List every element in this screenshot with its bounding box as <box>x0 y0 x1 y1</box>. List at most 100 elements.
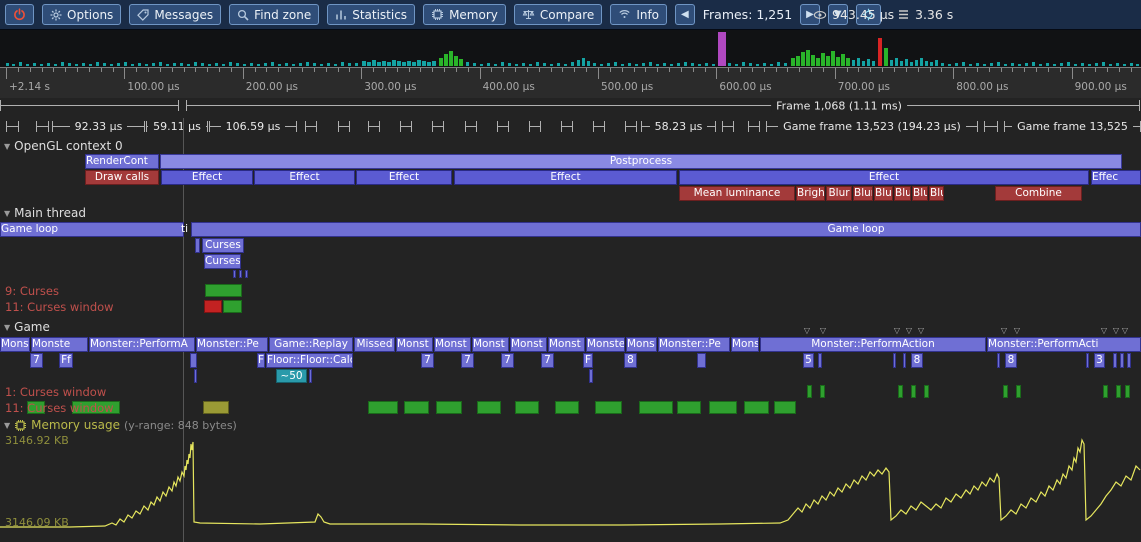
frame-span[interactable] <box>432 121 444 132</box>
zone[interactable] <box>697 353 706 368</box>
zone-blur[interactable]: Blur <box>929 186 944 201</box>
frame-time-bar[interactable] <box>649 62 652 66</box>
frame-time-bar[interactable] <box>1095 63 1098 66</box>
collapsed-zones-mark-icon[interactable]: ▽ <box>894 326 900 335</box>
frame-span[interactable] <box>305 121 317 132</box>
frame-span[interactable] <box>529 121 541 132</box>
zone[interactable] <box>223 300 242 313</box>
collapsed-zones-mark-icon[interactable]: ▽ <box>906 326 912 335</box>
frame-time-bar[interactable] <box>857 58 860 66</box>
zone[interactable] <box>595 401 622 414</box>
zone-7[interactable]: 7 <box>421 353 434 368</box>
frame-span[interactable] <box>465 121 477 132</box>
zone[interactable] <box>190 353 197 368</box>
frame-time-bar[interactable] <box>872 61 875 66</box>
frame-time-bar[interactable] <box>292 64 295 66</box>
lock-label-curses-window-1[interactable]: 1: Curses window <box>5 385 106 399</box>
zone[interactable] <box>404 401 429 414</box>
frame-time-bar[interactable] <box>285 63 288 66</box>
frame-time-bar[interactable] <box>229 62 232 66</box>
frame-time-bar[interactable] <box>382 61 386 66</box>
frame-time-bar[interactable] <box>145 64 148 66</box>
zone-5[interactable]: 5 <box>803 353 814 368</box>
frame-time-bar[interactable] <box>397 61 401 66</box>
frame-time-bar[interactable] <box>543 63 546 66</box>
zone-monst[interactable]: Monst <box>434 337 471 352</box>
frame-span[interactable] <box>625 121 637 132</box>
frame-time-bar[interactable] <box>867 59 870 66</box>
options-button[interactable]: Options <box>42 4 121 25</box>
zone-7[interactable]: 7 <box>501 353 514 368</box>
frame-time-bar[interactable] <box>852 60 855 66</box>
frame-time-bar[interactable] <box>801 52 805 66</box>
lock-label-curses[interactable]: 9: Curses <box>5 284 59 298</box>
frame-time-bar[interactable] <box>600 64 603 66</box>
zone-effect[interactable]: Effect <box>254 170 355 185</box>
frame-time-bar[interactable] <box>990 63 993 66</box>
frame-time-bar[interactable] <box>635 64 638 66</box>
zone-brigh[interactable]: Brigh <box>796 186 825 201</box>
zone[interactable] <box>677 401 701 414</box>
frame-time-bar[interactable] <box>392 60 396 66</box>
zone[interactable] <box>205 284 242 297</box>
frame-time-bar[interactable] <box>110 64 113 66</box>
zone-monst[interactable]: Monst <box>472 337 509 352</box>
frame-time-bar[interactable] <box>955 63 958 66</box>
prev-frame-button[interactable]: ◀ <box>675 4 695 25</box>
frame-time-bar[interactable] <box>831 51 835 66</box>
frame-time-bar[interactable] <box>257 64 260 66</box>
frame-time-bar[interactable] <box>656 64 659 66</box>
frame-row-main[interactable]: Frame 1,068 (1.11 ms) <box>0 98 1141 114</box>
frame-time-bar[interactable] <box>821 53 825 66</box>
frame-time-bar[interactable] <box>47 63 50 66</box>
frame-time-bar[interactable] <box>557 63 560 66</box>
frame-time-bar[interactable] <box>407 61 411 66</box>
zone[interactable] <box>911 385 916 398</box>
frame-time-bar[interactable] <box>215 63 218 66</box>
zone-blur[interactable]: Blur <box>853 186 873 201</box>
frame-time-bar[interactable] <box>33 63 36 66</box>
frame-time-bar[interactable] <box>103 63 106 66</box>
frame-time-bar[interactable] <box>905 59 908 66</box>
zone[interactable] <box>589 369 593 383</box>
zone-monst[interactable]: Monst <box>396 337 433 352</box>
zone[interactable] <box>1116 385 1121 398</box>
frame-time-bar[interactable] <box>1136 64 1139 66</box>
zone[interactable] <box>309 369 312 383</box>
frame-time-bar[interactable] <box>728 63 731 66</box>
section-memory-header[interactable]: ▼ Memory usage (y-range: 848 bytes) <box>4 418 237 432</box>
frame-time-bar[interactable] <box>1116 63 1119 66</box>
frame-span[interactable]: 59.11 μs <box>146 121 208 132</box>
frame-time-bar[interactable] <box>895 58 898 66</box>
frame-time-bar[interactable] <box>26 64 29 66</box>
zone[interactable] <box>898 385 903 398</box>
frame-time-bar[interactable] <box>806 50 810 66</box>
section-game-header[interactable]: ▼ Game <box>4 320 50 334</box>
frame-time-bar[interactable] <box>582 58 585 66</box>
frame-time-bar[interactable] <box>250 63 253 66</box>
zone-draw-calls[interactable]: Draw calls <box>85 170 159 185</box>
zone[interactable] <box>1127 353 1131 368</box>
frame-span[interactable]: 106.59 μs <box>209 121 297 132</box>
zone[interactable] <box>1016 385 1021 398</box>
zone[interactable] <box>555 401 579 414</box>
frame-time-bar[interactable] <box>201 63 204 66</box>
frame-span[interactable]: 92.33 μs <box>52 121 145 132</box>
frame-span[interactable] <box>36 121 49 132</box>
lock-label-curses-window[interactable]: 11: Curses window <box>5 300 114 314</box>
zone[interactable] <box>204 300 222 313</box>
frame-time-bar[interactable] <box>427 62 431 66</box>
frame-time-bar[interactable] <box>670 64 673 66</box>
frame-time-bar[interactable] <box>1046 63 1049 66</box>
frame-time-bar[interactable] <box>811 55 815 66</box>
frame-time-bar[interactable] <box>412 62 416 66</box>
frame-time-bar[interactable] <box>417 60 421 66</box>
collapsed-zones-mark-icon[interactable]: ▽ <box>1101 326 1107 335</box>
messages-button[interactable]: Messages <box>129 4 221 25</box>
frame-time-bar[interactable] <box>138 63 141 66</box>
zone-f[interactable]: F <box>583 353 593 368</box>
frame-time-bar[interactable] <box>68 63 71 66</box>
frame-time-bar[interactable] <box>1074 64 1077 66</box>
frame-time-bar[interactable] <box>348 63 351 66</box>
frame-time-bar[interactable] <box>327 63 330 66</box>
